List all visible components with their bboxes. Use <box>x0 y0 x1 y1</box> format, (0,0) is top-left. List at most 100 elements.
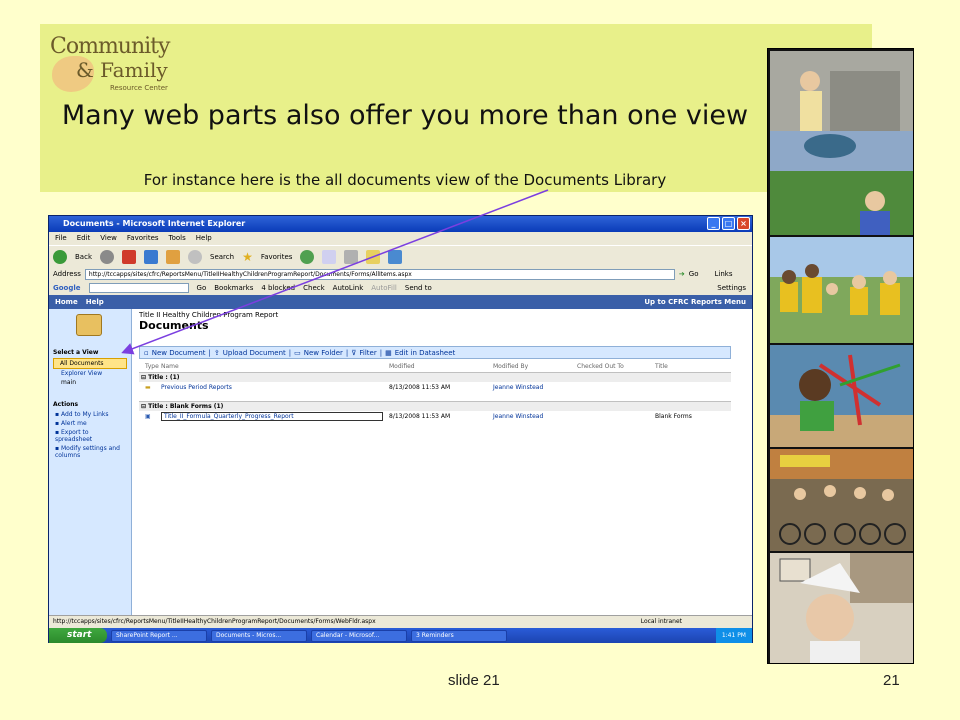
row-modified: 8/13/2008 11:53 AM <box>389 413 451 420</box>
action-modify-settings[interactable]: ▪ Modify settings and columns <box>49 444 131 460</box>
print-icon[interactable] <box>344 249 359 264</box>
home-icon[interactable] <box>166 249 180 264</box>
google-check[interactable]: Check <box>303 284 325 292</box>
back-arrow-icon[interactable] <box>53 249 67 264</box>
address-input[interactable]: http://tccapps/sites/cfrc/ReportsMenu/Ti… <box>84 268 675 280</box>
photo-craft <box>770 345 913 447</box>
search-icon[interactable] <box>188 249 202 264</box>
list-toolbar: ▫ New Document | ⇪ Upload Document | ▭ N… <box>139 346 731 359</box>
nav-home[interactable]: Home <box>55 298 78 306</box>
action-alert-me-label[interactable]: Alert me <box>61 420 87 427</box>
google-search-input[interactable] <box>88 283 189 293</box>
view-all-documents[interactable]: All Documents <box>53 358 127 369</box>
close-button[interactable]: × <box>737 217 750 230</box>
start-button[interactable]: start <box>49 628 107 643</box>
collapse-icon[interactable]: ⊟ <box>139 403 148 410</box>
sharepoint-body: Select a View All Documents Explorer Vie… <box>49 309 752 627</box>
stop-icon[interactable] <box>122 249 136 264</box>
collapse-icon[interactable]: ⊟ <box>139 374 148 381</box>
view-main[interactable]: main <box>49 378 131 387</box>
action-add-to-links[interactable]: ▪ Add to My Links <box>49 410 131 419</box>
forward-arrow-icon[interactable] <box>100 249 114 264</box>
upload-button[interactable]: Upload Document <box>223 349 286 357</box>
search-button-label[interactable]: Search <box>210 253 234 261</box>
action-alert-me[interactable]: ▪ Alert me <box>49 419 131 428</box>
col-type[interactable]: Type <box>139 363 161 370</box>
document-library-icon <box>76 314 102 336</box>
google-autofill[interactable]: AutoFill <box>371 284 397 292</box>
maximize-button[interactable]: □ <box>722 217 735 230</box>
menu-file[interactable]: File <box>55 234 67 243</box>
go-button[interactable]: Go <box>689 270 699 278</box>
action-export-label[interactable]: Export to spreadsheet <box>55 429 92 443</box>
mail-icon[interactable] <box>322 249 337 264</box>
logo-line3: Resource Center <box>110 84 168 92</box>
new-folder-button[interactable]: New Folder <box>304 349 343 357</box>
back-button-label[interactable]: Back <box>75 253 92 261</box>
action-modify-settings-label[interactable]: Modify settings and columns <box>55 445 120 459</box>
table-row[interactable]: ▣ Title_II_Formula_Quarterly_Progress_Re… <box>139 411 731 422</box>
menu-view[interactable]: View <box>100 234 117 243</box>
menu-tools[interactable]: Tools <box>169 234 186 243</box>
minimize-button[interactable]: _ <box>707 217 720 230</box>
col-name[interactable]: Name <box>161 363 389 370</box>
menu-help[interactable]: Help <box>196 234 212 243</box>
menu-edit[interactable]: Edit <box>77 234 91 243</box>
task-documents[interactable]: Documents - Micros... <box>211 629 307 642</box>
table-row[interactable]: ▬ Previous Period Reports 8/13/2008 11:5… <box>139 382 731 393</box>
favorites-button-label[interactable]: Favorites <box>261 253 293 261</box>
task-reminders[interactable]: 3 Reminders <box>411 629 507 642</box>
clock[interactable]: 1:41 PM <box>722 632 746 639</box>
breadcrumb[interactable]: Title II Healthy Children Program Report <box>139 309 752 319</box>
footer-label: slide 21 <box>448 672 500 689</box>
action-export[interactable]: ▪ Export to spreadsheet <box>49 428 131 444</box>
datasheet-button[interactable]: Edit in Datasheet <box>395 349 456 357</box>
address-label: Address <box>53 270 81 278</box>
row-name[interactable]: Title_II_Formula_Quarterly_Progress_Repo… <box>161 412 383 421</box>
go-arrow-icon[interactable]: ➔ <box>679 270 685 278</box>
new-folder-icon[interactable]: ▭ <box>294 349 301 357</box>
messenger-icon[interactable] <box>388 249 403 264</box>
row-modified-by[interactable]: Jeanne Winstead <box>493 413 577 420</box>
google-autolink[interactable]: AutoLink <box>333 284 364 292</box>
task-sharepoint[interactable]: SharePoint Report ... <box>111 629 207 642</box>
col-modified-by[interactable]: Modified By <box>493 363 577 370</box>
col-checked-out[interactable]: Checked Out To <box>577 363 655 370</box>
google-sendto[interactable]: Send to <box>405 284 432 292</box>
folder-icon[interactable] <box>366 249 381 264</box>
photo-column <box>767 48 914 664</box>
col-title[interactable]: Title <box>655 363 725 370</box>
google-settings[interactable]: Settings <box>717 284 746 292</box>
action-add-to-links-label[interactable]: Add to My Links <box>61 411 109 418</box>
menu-favorites[interactable]: Favorites <box>127 234 159 243</box>
task-calendar[interactable]: Calendar - Microsof... <box>311 629 407 642</box>
group-header[interactable]: ⊟ Title : (1) <box>139 372 731 382</box>
datasheet-icon[interactable]: ▦ <box>385 349 392 357</box>
group-header[interactable]: ⊟ Title : Blank Forms (1) <box>139 401 731 411</box>
google-popup-blocked[interactable]: 4 blocked <box>261 284 295 292</box>
upload-icon[interactable]: ⇪ <box>214 349 220 357</box>
filter-button[interactable]: Filter <box>359 349 376 357</box>
filter-icon[interactable]: ⊽ <box>351 349 356 357</box>
new-document-icon[interactable]: ▫ <box>144 349 149 357</box>
google-bookmarks[interactable]: Bookmarks <box>214 284 253 292</box>
status-bar: http://tccapps/sites/cfrc/ReportsMenu/Ti… <box>49 615 752 628</box>
nav-up-link[interactable]: Up to CFRC Reports Menu <box>644 298 746 306</box>
refresh-icon[interactable] <box>144 249 158 264</box>
browser-titlebar: Documents - Microsoft Internet Explorer … <box>49 216 752 232</box>
links-button[interactable]: Links <box>714 270 732 278</box>
new-document-button[interactable]: New Document <box>152 349 206 357</box>
documents-table: Type Name Modified Modified By Checked O… <box>139 361 731 422</box>
history-icon[interactable] <box>300 249 315 264</box>
col-modified[interactable]: Modified <box>389 363 493 370</box>
page-title: Documents <box>139 319 209 332</box>
group-label: Title : Blank Forms (1) <box>148 403 224 410</box>
favorites-star-icon[interactable]: ★ <box>242 250 253 264</box>
nav-help[interactable]: Help <box>86 298 104 306</box>
photo-child <box>770 553 913 663</box>
google-go-button[interactable]: Go <box>197 284 207 292</box>
row-name[interactable]: Previous Period Reports <box>161 384 389 391</box>
logo-line2: & Family <box>76 58 168 82</box>
row-modified-by[interactable]: Jeanne Winstead <box>493 384 577 391</box>
view-explorer[interactable]: Explorer View <box>49 369 131 378</box>
